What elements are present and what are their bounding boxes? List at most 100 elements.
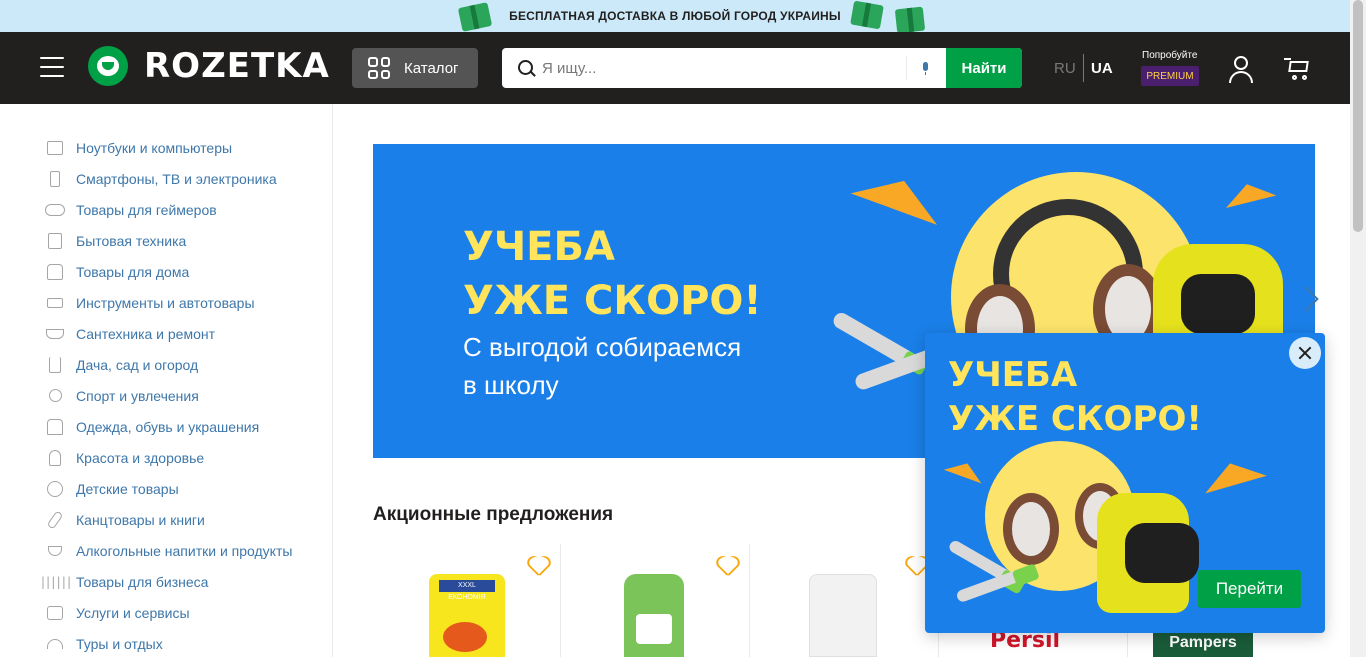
free-delivery-text: БЕСПЛАТНАЯ ДОСТАВКА В ЛЮБОЙ ГОРОД УКРАИН…: [509, 9, 841, 23]
barcode-icon: ||||||: [39, 574, 72, 589]
paper-plane-icon: [943, 456, 987, 484]
sidebar-item-label: Бытовая техника: [76, 232, 187, 249]
paper-plane-icon: [1221, 177, 1277, 209]
sidebar-item-label: Дача, сад и огород: [76, 356, 199, 373]
premium-badge[interactable]: PREMIUM: [1141, 66, 1199, 86]
services-icon: [44, 603, 66, 623]
sidebar-item-tours[interactable]: Туры и отдых: [0, 628, 332, 657]
search-input[interactable]: [542, 48, 906, 88]
armchair-icon: [44, 262, 66, 282]
menu-burger-icon[interactable]: [40, 57, 64, 77]
palm-tree-icon: [44, 634, 66, 654]
catalog-button[interactable]: Каталог: [352, 48, 478, 88]
sidebar-item-plumbing[interactable]: Сантехника и ремонт: [0, 318, 332, 349]
logo-text: ROZETKA: [144, 46, 330, 86]
product-card[interactable]: XXXL ЕКОНОМІЯ: [373, 544, 561, 657]
sidebar-item-label: Сантехника и ремонт: [76, 325, 216, 342]
sidebar-item-beauty[interactable]: Красота и здоровье: [0, 442, 332, 473]
free-delivery-bar[interactable]: БЕСПЛАТНАЯ ДОСТАВКА В ЛЮБОЙ ГОРОД УКРАИН…: [0, 0, 1350, 34]
washing-machine-icon: [44, 231, 66, 251]
sidebar-item-label: Инструменты и автотовары: [76, 294, 255, 311]
drill-icon: [44, 293, 66, 313]
page-scrollbar[interactable]: [1350, 0, 1366, 657]
product-card[interactable]: [751, 544, 939, 657]
gift-box-icon: [894, 6, 926, 34]
close-icon[interactable]: [1289, 337, 1321, 369]
promos-title: Акционные предложения: [373, 504, 614, 525]
product-card[interactable]: [562, 544, 750, 657]
banner-title: УЧЕБА УЖЕ СКОРО!: [463, 220, 762, 328]
popup-title-line-2: УЖЕ СКОРО!: [948, 399, 1202, 439]
sidebar-item-label: Товары для дома: [76, 263, 190, 280]
promo-popup[interactable]: УЧЕБА УЖЕ СКОРО! Перейти: [925, 333, 1325, 633]
detergent-image: XXXL ЕКОНОМІЯ: [429, 574, 505, 657]
gift-box-icon: [850, 0, 884, 30]
product-pack-label: XXXL ЕКОНОМІЯ: [439, 580, 495, 601]
banner-title-line-1: УЧЕБА: [463, 224, 615, 270]
sidebar-item-stationery[interactable]: Канцтовары и книги: [0, 504, 332, 535]
backpack-image: [1097, 493, 1199, 613]
sidebar-item-label: Детские товары: [76, 480, 179, 497]
sidebar-item-home[interactable]: Товары для дома: [0, 256, 332, 287]
popup-title: УЧЕБА УЖЕ СКОРО!: [948, 353, 1202, 441]
heart-icon[interactable]: [527, 557, 549, 577]
garden-fork-icon: [44, 355, 66, 375]
language-divider: [1083, 54, 1084, 82]
sidebar-item-sport[interactable]: Спорт и увлечения: [0, 380, 332, 411]
popup-go-button[interactable]: Перейти: [1198, 570, 1301, 608]
sidebar-item-kids[interactable]: Детские товары: [0, 473, 332, 504]
sidebar-item-business[interactable]: |||||| Товары для бизнеса: [0, 566, 332, 597]
gamepad-icon: [44, 200, 66, 220]
heart-icon[interactable]: [716, 557, 738, 577]
popup-title-line-1: УЧЕБА: [948, 355, 1078, 395]
tshirt-icon: [44, 417, 66, 437]
user-icon[interactable]: [1228, 56, 1254, 83]
language-ua[interactable]: UA: [1091, 60, 1113, 77]
sidebar-item-label: Одежда, обувь и украшения: [76, 418, 260, 435]
tide-logo: [443, 622, 487, 652]
paper-plane-icon: [1199, 454, 1267, 494]
scrollbar-thumb[interactable]: [1353, 0, 1363, 232]
banner-subtitle: С выгодой собираемся в школу: [463, 328, 741, 404]
page: БЕСПЛАТНАЯ ДОСТАВКА В ЛЮБОЙ ГОРОД УКРАИН…: [0, 0, 1366, 657]
sidebar-item-garden[interactable]: Дача, сад и огород: [0, 349, 332, 380]
sidebar-item-label: Ноутбуки и компьютеры: [76, 139, 233, 156]
premium-try-label[interactable]: Попробуйте: [1142, 50, 1197, 61]
language-ru[interactable]: RU: [1054, 60, 1076, 77]
sidebar-item-label: Спорт и увлечения: [76, 387, 199, 404]
sidebar-item-label: Канцтовары и книги: [76, 511, 205, 528]
sidebar-item-alcohol[interactable]: Алкогольные напитки и продукты: [0, 535, 332, 566]
sidebar-item-smartphones[interactable]: Смартфоны, ТВ и электроника: [0, 163, 332, 194]
sidebar-item-services[interactable]: Услуги и сервисы: [0, 597, 332, 628]
catalog-grid-icon: [368, 57, 390, 79]
sidebar-item-label: Алкогольные напитки и продукты: [76, 542, 293, 559]
cart-icon[interactable]: [1284, 56, 1312, 82]
sidebar-item-tools[interactable]: Инструменты и автотовары: [0, 287, 332, 318]
search-button[interactable]: Найти: [946, 48, 1022, 88]
smile-logo-icon: [88, 46, 128, 86]
cosmetics-icon: [44, 448, 66, 468]
sidebar-item-label: Товары для бизнеса: [76, 573, 209, 590]
sidebar-item-laptops[interactable]: Ноутбуки и компьютеры: [0, 132, 332, 163]
banner-next-arrow-icon[interactable]: [1297, 282, 1317, 318]
smartphone-icon: [44, 169, 66, 189]
sidebar-item-clothing[interactable]: Одежда, обувь и украшения: [0, 411, 332, 442]
microphone-icon[interactable]: [906, 56, 946, 80]
sidebar-item-label: Смартфоны, ТВ и электроника: [76, 170, 277, 187]
bathtub-icon: [44, 324, 66, 344]
paperclip-icon: [44, 509, 66, 530]
banner-title-line-2: УЖЕ СКОРО!: [463, 278, 762, 324]
heart-icon[interactable]: [905, 557, 927, 577]
banner-subtitle-line-1: С выгодой собираемся: [463, 332, 742, 362]
sidebar-item-appliances[interactable]: Бытовая техника: [0, 225, 332, 256]
gift-box-icon: [457, 2, 493, 32]
rozetka-logo[interactable]: ROZETKA: [88, 46, 330, 86]
paper-plane-icon: [850, 165, 948, 225]
laptop-icon: [44, 138, 66, 158]
product-brand: Pampers: [1169, 634, 1237, 651]
headphones-ear-image: [1003, 493, 1059, 565]
search-bar: Найти: [502, 48, 1022, 88]
sidebar-item-label: Услуги и сервисы: [76, 604, 190, 621]
tennis-racket-icon: [44, 386, 66, 406]
sidebar-item-gamers[interactable]: Товары для геймеров: [0, 194, 332, 225]
